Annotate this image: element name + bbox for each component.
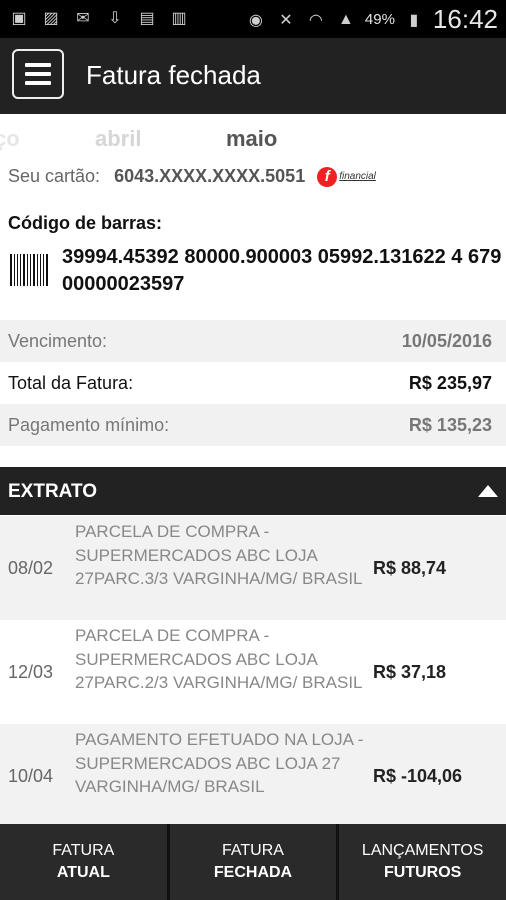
mute-icon: ✕	[279, 11, 293, 29]
due-date-value: 10/05/2016	[401, 331, 492, 351]
nav-label-line2: ATUAL	[56, 864, 110, 881]
due-date-row: Vencimento: 10/05/2016	[0, 320, 506, 362]
transaction-date: 08/02	[8, 558, 54, 578]
hamburger-icon	[25, 81, 51, 85]
status-bar: ▣ ▨ ✉ ⇩ ▤ ▥ ◉ ✕ ◠ ▲ 49% ▮ 16:42	[0, 0, 506, 38]
total-row: Total da Fatura: R$ 235,97	[0, 362, 506, 404]
hamburger-icon	[25, 72, 51, 76]
bottom-navigation: FATURA ATUAL FATURA FECHADA LANÇAMENTOS …	[0, 824, 506, 900]
card-label: Seu cartão:	[8, 166, 101, 186]
app-bar: Fatura fechada	[0, 38, 506, 114]
extrato-title: EXTRATO	[8, 481, 98, 502]
transaction-description: PARCELA DE COMPRA - SUPERMERCADOS ABC LO…	[75, 626, 363, 692]
nav-label-line2: FUTUROS	[384, 864, 462, 881]
nav-label-line1: FATURA	[222, 842, 284, 859]
due-date-label: Vencimento:	[8, 331, 108, 351]
financial-logo-icon: f	[317, 166, 338, 187]
notification-icons: ▣ ▨ ✉ ⇩ ▤ ▥	[8, 8, 190, 28]
bag-icon: ▤	[139, 10, 155, 27]
transaction-description: PAGAMENTO EFETUADO NA LOJA - SUPERMERCAD…	[75, 730, 364, 796]
month-tab-april[interactable]: abril	[95, 126, 141, 152]
transaction-value: R$ 88,74	[373, 558, 447, 578]
transaction-description: PARCELA DE COMPRA - SUPERMERCADOS ABC LO…	[75, 522, 363, 588]
card-number: 6043.XXXX.XXXX.5051	[114, 166, 306, 186]
list-item[interactable]: 10/04 PAGAMENTO EFETUADO NA LOJA - SUPER…	[0, 724, 506, 828]
system-status: ◉ ✕ ◠ ▲ 49% ▮ 16:42	[245, 4, 498, 35]
extrato-header[interactable]: EXTRATO	[0, 467, 506, 515]
minimum-payment-row: Pagamento mínimo: R$ 135,23	[0, 404, 506, 446]
month-tab-current[interactable]: maio	[226, 126, 277, 152]
eye-icon: ◉	[248, 11, 263, 29]
month-tab-prev2[interactable]: ço	[0, 126, 20, 152]
transaction-value: R$ -104,06	[373, 766, 463, 786]
nav-label-line2: FECHADA	[213, 864, 293, 881]
transaction-date: 12/03	[8, 662, 54, 682]
barcode-number[interactable]: 39994.45392 80000.900003 05992.131622 4 …	[62, 244, 502, 298]
clock: 16:42	[432, 4, 498, 34]
total-value: R$ 235,97	[408, 373, 492, 393]
menu-button[interactable]	[12, 49, 64, 99]
financial-logo: f financial	[317, 166, 376, 187]
gmail-icon: ✉	[76, 10, 90, 27]
transaction-date: 10/04	[8, 766, 54, 786]
camera-bag-icon: ▥	[171, 10, 187, 27]
nav-label-line1: FATURA	[52, 842, 115, 859]
list-item[interactable]: 08/02 PARCELA DE COMPRA - SUPERMERCADOS …	[0, 516, 506, 620]
nav-label-line1: LANÇAMENTOS	[361, 842, 484, 859]
download-icon: ⇩	[108, 10, 122, 27]
hamburger-icon	[25, 63, 51, 67]
battery-icon: ▮	[409, 11, 419, 29]
page-title: Fatura fechada	[86, 60, 261, 90]
month-selector: ço abril maio	[0, 124, 506, 156]
card-info: Seu cartão: 6043.XXXX.XXXX.5051 f financ…	[8, 166, 376, 187]
minimum-payment-value: R$ 135,23	[408, 415, 492, 435]
battery-percent: 49%	[364, 11, 395, 28]
fatura-fechada-button[interactable]: FATURA FECHADA	[169, 824, 337, 900]
signal-icon: ▲	[337, 10, 354, 28]
barcode-label: Código de barras:	[8, 213, 163, 233]
image-icon: ▨	[43, 10, 59, 27]
fatura-atual-button[interactable]: FATURA ATUAL	[0, 824, 167, 900]
list-item[interactable]: 12/03 PARCELA DE COMPRA - SUPERMERCADOS …	[0, 620, 506, 724]
minimum-payment-label: Pagamento mínimo:	[8, 415, 170, 435]
collapse-arrow-icon[interactable]	[478, 485, 498, 497]
financial-logo-text: financial	[339, 171, 376, 182]
transaction-value: R$ 37,18	[373, 662, 447, 682]
sim-icon: ▣	[11, 10, 27, 27]
lancamentos-futuros-button[interactable]: LANÇAMENTOS FUTUROS	[339, 824, 506, 900]
barcode-icon[interactable]	[10, 254, 49, 286]
total-label: Total da Fatura:	[8, 373, 134, 393]
wifi-icon: ◠	[308, 11, 323, 29]
